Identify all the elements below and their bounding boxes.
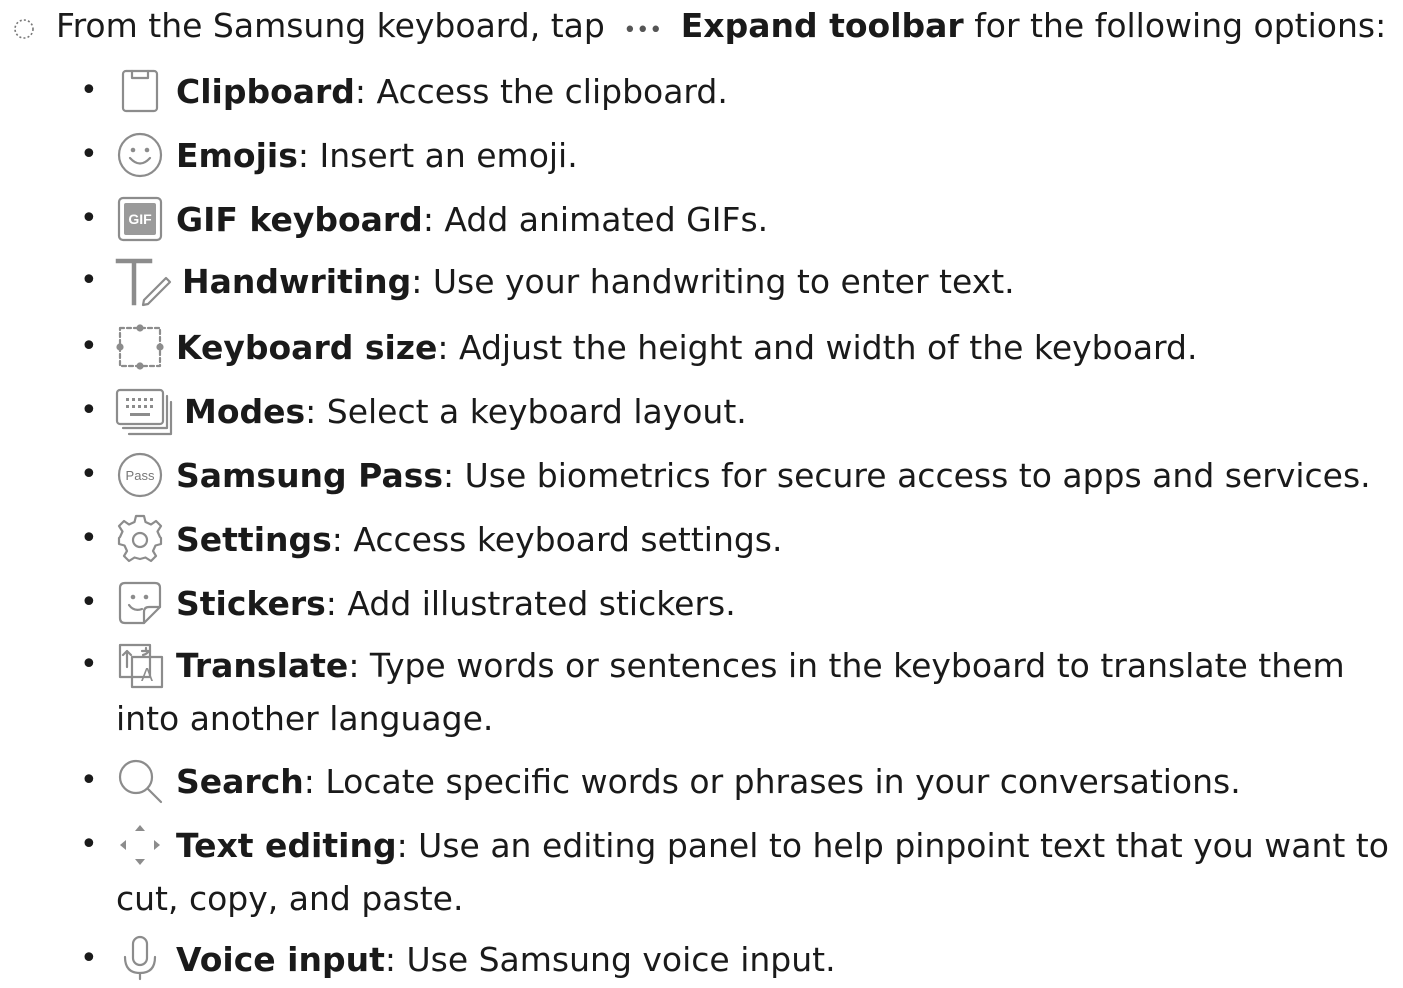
- item-title: Search: [176, 761, 304, 801]
- item-desc-continuation: cut, copy, and paste.: [116, 879, 464, 918]
- item-desc: : Adjust the height and width of the key…: [437, 327, 1198, 367]
- item-title: Translate: [176, 645, 349, 685]
- bullet: •: [80, 263, 98, 298]
- expand-toolbar-label: Expand toolbar: [680, 6, 964, 45]
- item-title: Voice input: [176, 939, 385, 979]
- handwriting-icon: [114, 255, 172, 307]
- translate-icon: A: [114, 639, 166, 691]
- bullet: •: [80, 457, 98, 492]
- bullet: •: [80, 827, 98, 862]
- bullet: •: [80, 941, 98, 976]
- intro-text: From the Samsung keyboard, tap ••• Expan…: [56, 4, 1386, 53]
- bullet: •: [80, 763, 98, 798]
- item-desc: : Use biometrics for secure access to ap…: [443, 455, 1371, 495]
- item-desc: : Add animated GIFs.: [422, 199, 769, 239]
- intro-text-after: for the following options:: [974, 6, 1387, 45]
- item-title: Text editing: [176, 825, 397, 865]
- item-desc: : Use an editing panel to help pinpoint …: [396, 825, 1389, 865]
- item-desc: : Use Samsung voice input.: [384, 939, 836, 979]
- bullet: •: [80, 73, 98, 108]
- samsung-pass-icon: Pass: [114, 449, 166, 501]
- bullet: •: [80, 585, 98, 620]
- search-icon: [114, 755, 166, 807]
- item-desc: : Select a keyboard layout.: [305, 391, 747, 431]
- item-desc-continuation: into another language.: [116, 699, 494, 738]
- intro-line: From the Samsung keyboard, tap ••• Expan…: [10, 4, 1386, 53]
- intro-text-before: From the Samsung keyboard, tap: [56, 6, 605, 45]
- svg-text:GIF: GIF: [128, 211, 152, 227]
- settings-icon: [114, 513, 166, 565]
- bullet: •: [80, 393, 98, 428]
- svg-text:Pass: Pass: [126, 468, 155, 483]
- item-title: Stickers: [176, 583, 326, 623]
- svg-text:A: A: [141, 665, 153, 685]
- stickers-icon: [114, 577, 166, 629]
- item-title: Emojis: [176, 135, 298, 175]
- item-title: Handwriting: [182, 261, 412, 301]
- item-title: GIF keyboard: [176, 199, 423, 239]
- item-title: Samsung Pass: [176, 455, 444, 495]
- clipboard-icon: [114, 65, 166, 117]
- item-title: Clipboard: [176, 71, 355, 111]
- bullet: •: [80, 201, 98, 236]
- item-desc: : Access the clipboard.: [354, 71, 728, 111]
- item-desc: : Add illustrated stickers.: [325, 583, 736, 623]
- modes-icon: [114, 385, 174, 437]
- bullet: •: [80, 329, 98, 364]
- bullet: •: [80, 521, 98, 556]
- item-desc: : Insert an emoji.: [297, 135, 578, 175]
- more-dots-icon: •••: [623, 18, 663, 43]
- list-marker-icon: [14, 18, 34, 39]
- keyboard-size-icon: [114, 321, 166, 373]
- voice-input-icon: [114, 933, 166, 985]
- item-desc: : Type words or sentences in the keyboar…: [348, 645, 1345, 685]
- item-title: Settings: [176, 519, 332, 559]
- bullet: •: [80, 137, 98, 172]
- item-title: Modes: [184, 391, 306, 431]
- bullet: •: [80, 647, 98, 682]
- item-title: Keyboard size: [176, 327, 438, 367]
- text-editing-icon: [114, 819, 166, 871]
- item-desc: : Access keyboard settings.: [331, 519, 783, 559]
- emoji-icon: [114, 129, 166, 181]
- item-desc: : Use your handwriting to enter text.: [411, 261, 1015, 301]
- item-desc: : Locate specific words or phrases in yo…: [303, 761, 1241, 801]
- gif-icon: GIF: [114, 193, 166, 245]
